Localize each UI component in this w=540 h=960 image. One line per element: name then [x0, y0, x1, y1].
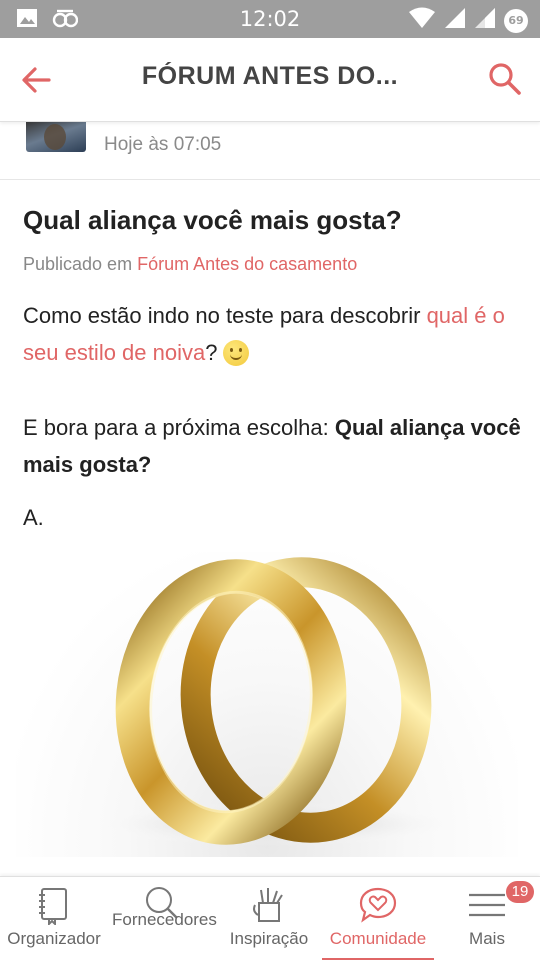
pencil-cup-icon: [249, 885, 289, 925]
nav-label: Comunidade: [329, 929, 427, 948]
chat-heart-icon: [358, 885, 398, 925]
nav-label: Organizador: [7, 929, 101, 948]
nav-organizador[interactable]: Organizador: [0, 877, 108, 960]
post-paragraph-1: Como estão indo no teste para descobrir …: [23, 297, 523, 371]
wedding-rings-image: [16, 552, 518, 857]
nav-inspiracao[interactable]: Inspiração: [216, 877, 322, 960]
page-title: FÓRUM ANTES DO...: [141, 62, 399, 90]
bottom-nav: Organizador Fornecedores Inspiração Comu…: [0, 876, 540, 960]
nav-fornecedores[interactable]: Fornecedores: [108, 877, 217, 960]
wifi-icon: [408, 7, 436, 34]
avatar[interactable]: [26, 122, 86, 152]
arrow-left-icon[interactable]: [18, 62, 54, 98]
published-prefix: Publicado em: [23, 254, 133, 274]
signal-icon: [444, 7, 466, 34]
menu-icon: [467, 885, 507, 925]
app-header: FÓRUM ANTES DO...: [0, 38, 540, 122]
post-paragraph-2: E bora para a próxima escolha: Qual alia…: [23, 409, 523, 483]
nav-comunidade[interactable]: Comunidade: [322, 877, 434, 960]
search-icon[interactable]: [486, 60, 524, 98]
nav-label: Fornecedores: [112, 910, 217, 929]
para1-suffix: ?: [205, 340, 218, 365]
signal-icon-2: [474, 7, 496, 34]
notebook-icon: [34, 885, 74, 927]
para2-text: E bora para a próxima escolha:: [23, 415, 335, 440]
forum-link[interactable]: Fórum Antes do casamento: [137, 254, 357, 274]
para1-text: Como estão indo no teste para descobrir: [23, 303, 427, 328]
published-info: Publicado em Fórum Antes do casamento: [23, 254, 357, 275]
battery-icon: 69: [504, 8, 528, 33]
post-time: Hoje às 07:05: [104, 134, 222, 155]
author-row: Hoje às 07:05: [0, 122, 540, 180]
post-title: Qual aliança você mais gosta?: [23, 205, 402, 235]
notification-badge: 19: [506, 881, 534, 903]
nav-label: Mais: [469, 929, 505, 948]
option-label: A.: [23, 505, 44, 530]
nav-label: Inspiração: [229, 929, 309, 948]
nav-mais[interactable]: 19 Mais: [434, 877, 540, 960]
smiley-emoji-icon: [223, 340, 250, 366]
status-bar: 12:02 69: [0, 0, 540, 38]
